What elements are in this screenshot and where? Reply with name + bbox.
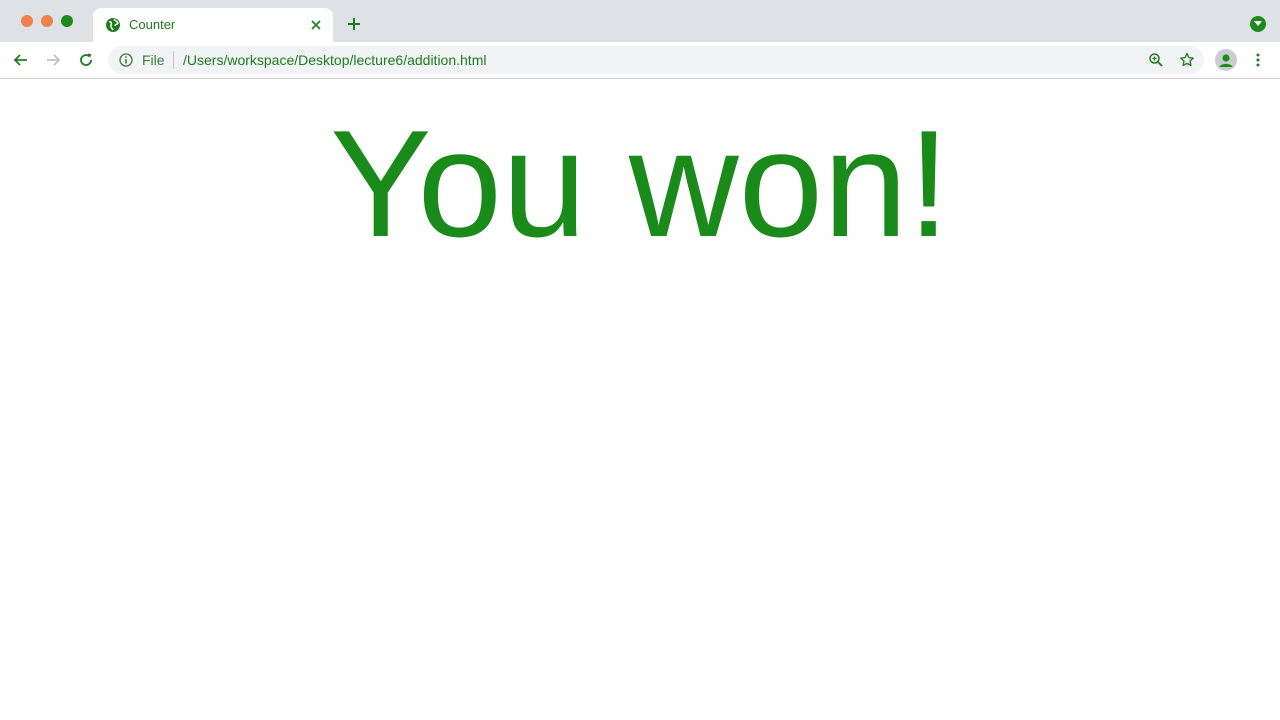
toolbar: File /Users/workspace/Desktop/lecture6/a… <box>0 42 1280 79</box>
zoom-icon[interactable] <box>1148 52 1164 68</box>
profile-avatar-button[interactable] <box>1215 49 1237 71</box>
arrow-right-icon <box>47 54 61 66</box>
reload-icon <box>80 53 92 66</box>
maximize-window-button[interactable] <box>61 15 73 27</box>
more-vertical-icon <box>1256 53 1260 67</box>
address-bar[interactable]: File /Users/workspace/Desktop/lecture6/a… <box>108 46 1204 74</box>
new-tab-button[interactable] <box>344 14 364 34</box>
plus-icon <box>348 18 360 30</box>
chevron-down-icon <box>1254 21 1262 26</box>
url-scheme-label: File <box>142 52 165 68</box>
back-button[interactable] <box>10 49 32 71</box>
close-tab-icon[interactable] <box>307 16 325 34</box>
address-divider <box>173 51 174 69</box>
url-text[interactable]: /Users/workspace/Desktop/lecture6/additi… <box>183 52 486 68</box>
browser-window: Counter File /Users/workspace/Desktop/le… <box>0 0 1280 720</box>
tab-title: Counter <box>129 17 176 32</box>
info-icon[interactable] <box>118 52 134 68</box>
reload-button[interactable] <box>75 49 97 71</box>
page-viewport: You won! <box>0 79 1280 720</box>
bookmark-star-icon[interactable] <box>1179 52 1195 68</box>
person-icon <box>1219 54 1233 67</box>
browser-menu-button[interactable] <box>1250 49 1266 71</box>
tab-search-button[interactable] <box>1250 16 1266 32</box>
arrow-left-icon <box>13 54 27 66</box>
globe-icon <box>105 17 121 33</box>
win-message-heading: You won! <box>330 99 950 269</box>
forward-button[interactable] <box>42 49 64 71</box>
tab-strip: Counter <box>0 0 1280 42</box>
tab-counter[interactable]: Counter <box>93 8 333 42</box>
close-window-button[interactable] <box>21 15 33 27</box>
minimize-window-button[interactable] <box>41 15 53 27</box>
